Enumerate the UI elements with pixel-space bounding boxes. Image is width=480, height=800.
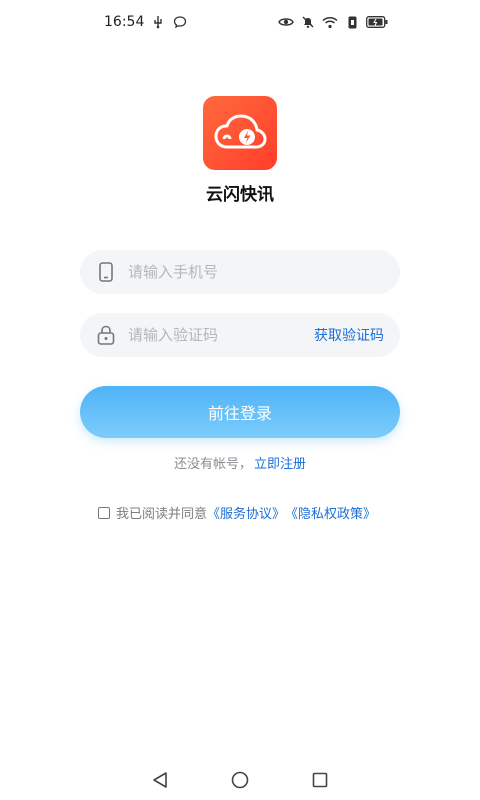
get-code-button[interactable]: 获取验证码 bbox=[314, 325, 384, 345]
app-logo bbox=[203, 96, 277, 170]
status-bar: 16:54 bbox=[0, 0, 480, 44]
navigation-bar bbox=[0, 760, 480, 800]
agreement-prefix: 我已阅读并同意 bbox=[116, 507, 208, 522]
phone-input[interactable] bbox=[126, 262, 384, 282]
wifi-icon bbox=[322, 15, 338, 29]
usb-icon bbox=[150, 15, 166, 29]
chat-bubble-icon bbox=[172, 15, 188, 29]
status-left: 16:54 bbox=[104, 14, 188, 30]
register-prompt: 还没有帐号， bbox=[173, 457, 252, 472]
code-field[interactable]: 获取验证码 bbox=[80, 313, 400, 357]
agreement-row: 我已阅读并同意 《服务协议》 《隐私权政策》 bbox=[98, 503, 376, 522]
phone-field[interactable] bbox=[80, 250, 400, 294]
sim-icon bbox=[344, 15, 360, 29]
login-button[interactable]: 前往登录 bbox=[80, 386, 400, 438]
mute-bell-icon bbox=[300, 15, 316, 29]
service-agreement-link[interactable]: 《服务协议》 bbox=[207, 503, 285, 522]
agreement-checkbox[interactable] bbox=[98, 506, 110, 519]
cloud-lightning-icon bbox=[214, 114, 267, 149]
privacy-policy-link[interactable]: 《隐私权政策》 bbox=[285, 503, 376, 522]
phone-icon bbox=[96, 262, 116, 282]
register-link[interactable]: 立即注册 bbox=[254, 457, 306, 472]
status-right bbox=[278, 15, 388, 29]
back-icon[interactable] bbox=[150, 770, 170, 790]
code-input[interactable] bbox=[126, 325, 314, 345]
home-icon[interactable] bbox=[230, 770, 250, 790]
eye-icon bbox=[278, 15, 294, 29]
recents-icon[interactable] bbox=[310, 770, 330, 790]
lock-icon bbox=[96, 325, 116, 345]
status-time: 16:54 bbox=[104, 14, 145, 30]
app-name: 云闪快讯 bbox=[206, 185, 274, 205]
register-row: 还没有帐号， 立即注册 bbox=[0, 453, 480, 472]
battery-icon bbox=[366, 15, 388, 29]
